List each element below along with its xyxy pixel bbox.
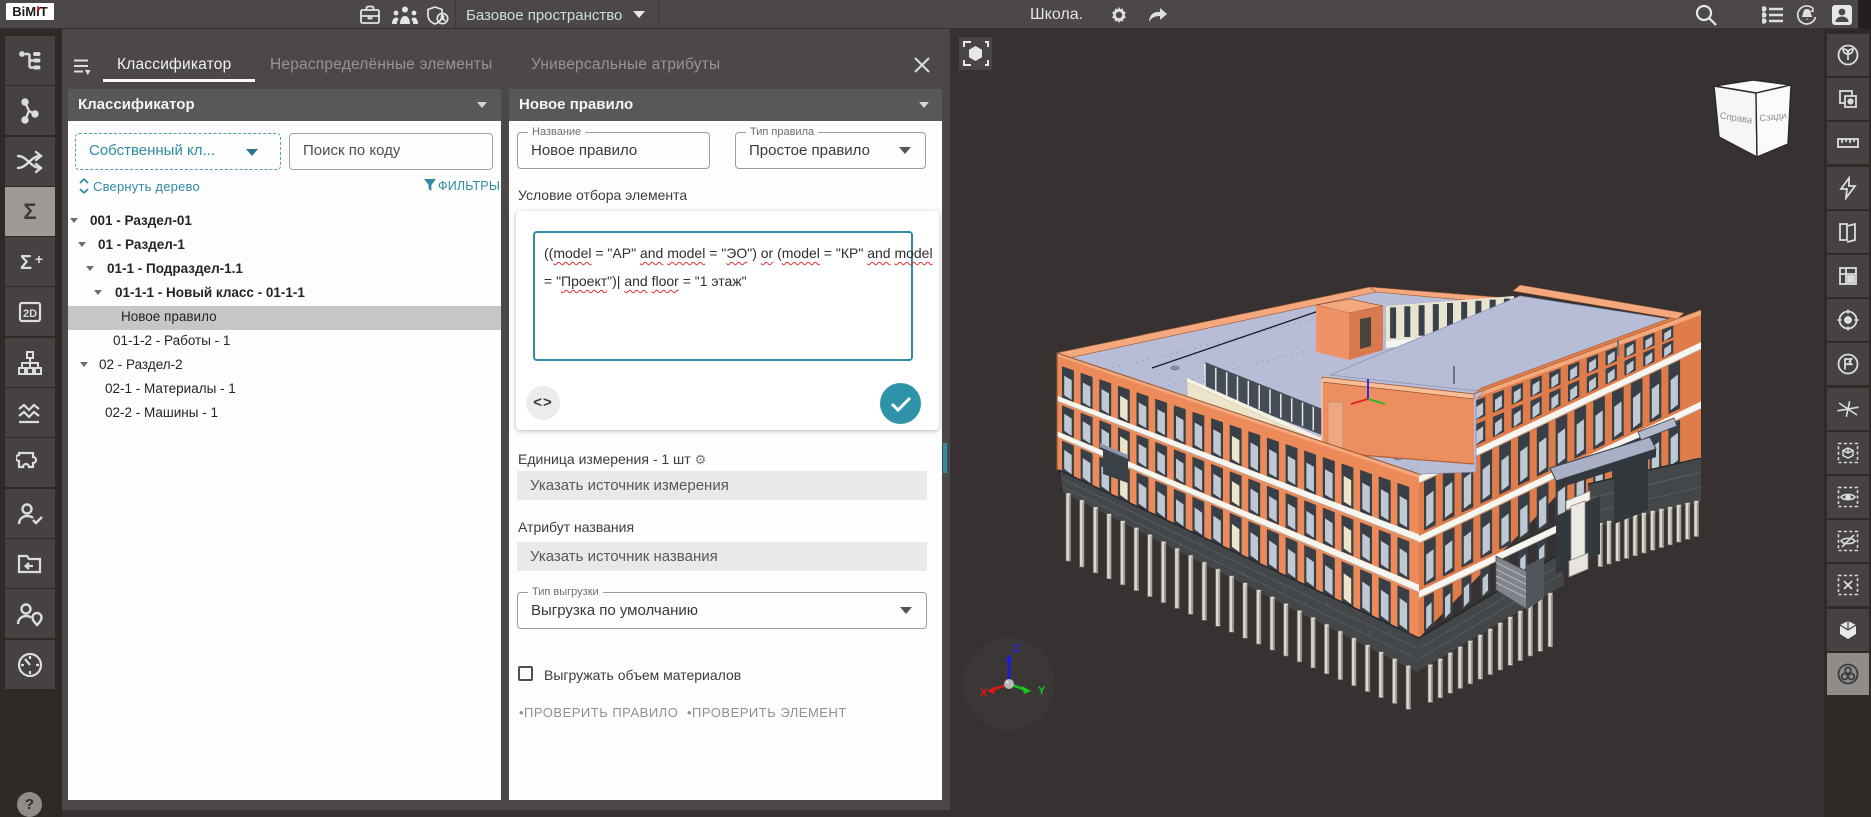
svg-text:Σ: Σ bbox=[23, 199, 36, 224]
svg-text:Y: Y bbox=[1038, 685, 1046, 697]
svg-text:X: X bbox=[980, 687, 988, 699]
svg-text:Σ: Σ bbox=[20, 252, 32, 274]
svg-text:+: + bbox=[35, 251, 43, 267]
svg-text:2D: 2D bbox=[23, 308, 37, 320]
svg-text:Z: Z bbox=[1013, 643, 1020, 655]
